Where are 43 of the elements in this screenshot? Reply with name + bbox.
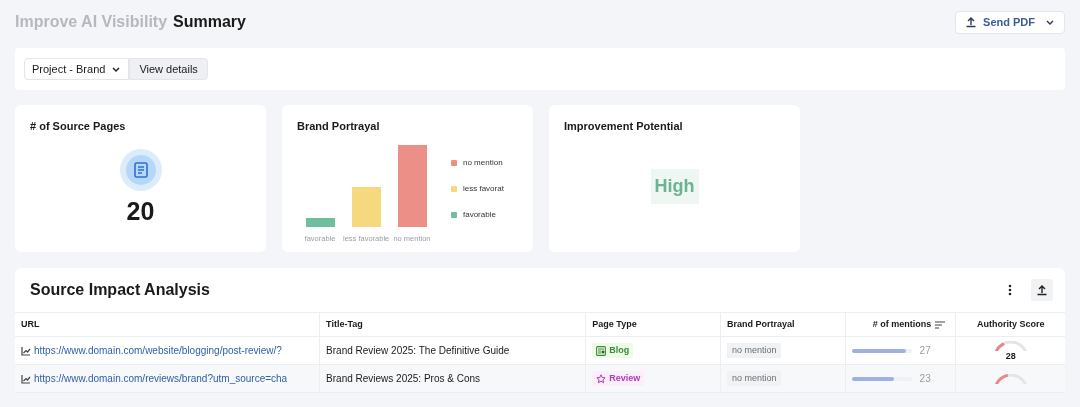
metric-value: 20 [126, 195, 155, 227]
portrayal-tag: no mention [726, 370, 782, 387]
authority-score: 28 [1005, 350, 1016, 361]
section-title: Source Impact Analysis [30, 280, 210, 300]
legend-label: less favorat [463, 182, 504, 195]
mentions-count: 23 [919, 372, 931, 386]
column-header: URL [21, 317, 40, 331]
url-link[interactable]: https://www.domain.com/website/blogging/post-review/? [34, 343, 282, 358]
star-icon [596, 373, 607, 384]
chart-icon [21, 345, 31, 356]
send-pdf-button[interactable]: Send PDF [955, 10, 1065, 34]
page-type-tag: Blog [592, 343, 634, 358]
card-title: # of Source Pages [30, 119, 127, 134]
legend-label: no mention [463, 156, 503, 169]
page-title: Summary [173, 12, 246, 32]
column-header[interactable]: # of mentions [872, 317, 932, 332]
more-icon [1008, 284, 1012, 296]
chart-icon [21, 373, 31, 384]
mentions-count: 27 [919, 344, 931, 358]
export-button[interactable] [1031, 279, 1053, 301]
title-tag-text: Brand Reviews 2025: Pros & Cons [326, 372, 481, 386]
view-details-button[interactable]: View details [129, 58, 208, 80]
project-select[interactable]: Project - Brand [24, 58, 130, 80]
portrayal-tag: no mention [726, 342, 782, 359]
chart-bar [305, 217, 335, 227]
column-header: Brand Portrayal [726, 317, 795, 331]
legend-label: favorable [463, 208, 496, 221]
title-tag-text: Brand Review 2025: The Definitive Guide [326, 344, 510, 358]
column-header: Authority Score [976, 317, 1045, 331]
column-header: Title-Tag [326, 317, 363, 331]
document-icon [119, 148, 162, 191]
page-type-tag: Review [592, 371, 645, 386]
card-title: Improvement Potential [564, 119, 684, 134]
upload-icon [965, 16, 978, 28]
sort-icon [935, 320, 946, 329]
potential-value: High [650, 168, 699, 204]
blog-icon [596, 345, 607, 356]
chart-bar [351, 186, 381, 227]
caret-icon [111, 64, 122, 74]
upload-icon [1036, 284, 1048, 296]
card-title: Brand Portrayal [297, 119, 381, 134]
url-link[interactable]: https://www.domain.com/reviews/brand?utm_source=cha [34, 371, 288, 386]
column-header: Page Type [592, 317, 637, 331]
